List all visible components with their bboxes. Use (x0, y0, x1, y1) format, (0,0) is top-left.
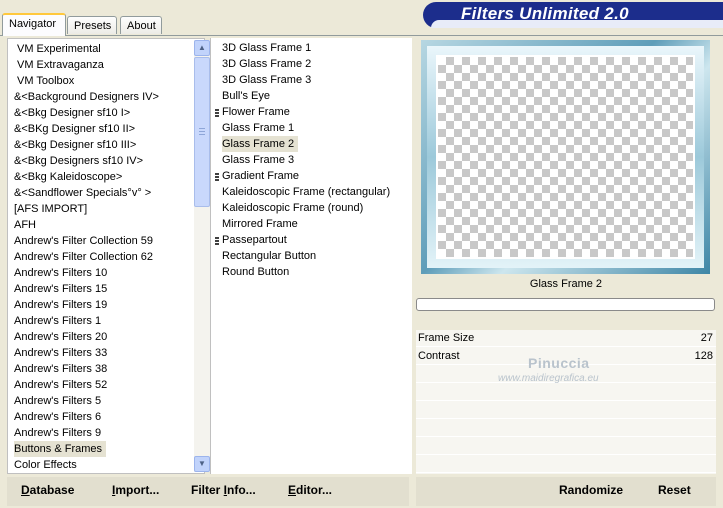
reset-button[interactable]: Reset (658, 481, 691, 499)
filter-item[interactable]: Bull's Eye (222, 88, 270, 104)
tab-divider (0, 35, 723, 36)
category-item[interactable]: Buttons & Frames (14, 441, 107, 457)
preview-image (421, 40, 710, 274)
filter-item[interactable]: Kaleidoscopic Frame (round) (222, 200, 363, 216)
watermark-site: www.maidiregrafica.eu (498, 373, 599, 384)
param-value: 128 (694, 350, 713, 362)
category-item[interactable]: Andrew's Filters 9 (14, 425, 101, 441)
category-item[interactable]: &<BKg Designer sf10 II> (14, 121, 135, 137)
filter-group-marker-icon (215, 237, 219, 247)
randomize-button[interactable]: Randomize (559, 481, 623, 499)
param-empty-row (416, 438, 716, 455)
category-item[interactable]: &<Bkg Designers sf10 IV> (14, 153, 143, 169)
category-scrollbar[interactable]: ▲ ▼ (194, 40, 210, 472)
param-frame-size[interactable]: Frame Size 27 (416, 330, 716, 347)
category-item[interactable]: VM Toolbox (17, 73, 74, 89)
parameter-panel: Frame Size 27 Contrast 128 (416, 330, 716, 474)
tab-navigator[interactable]: Navigator (2, 13, 66, 36)
import-button[interactable]: Import... (112, 481, 159, 499)
filter-item[interactable]: Glass Frame 2 (222, 136, 299, 152)
filter-item[interactable]: Flower Frame (222, 104, 290, 120)
filter-item[interactable]: Glass Frame 1 (222, 120, 294, 136)
param-label: Contrast (418, 350, 460, 362)
category-item[interactable]: VM Experimental (17, 41, 101, 57)
filter-item[interactable]: 3D Glass Frame 3 (222, 72, 311, 88)
param-empty-row (416, 384, 716, 401)
tab-about[interactable]: About (120, 16, 162, 34)
category-item[interactable]: Andrew's Filters 1 (14, 313, 101, 329)
category-item[interactable]: Andrew's Filters 15 (14, 281, 107, 297)
filter-item[interactable]: Kaleidoscopic Frame (rectangular) (222, 184, 390, 200)
filter-item[interactable]: Glass Frame 3 (222, 152, 294, 168)
scroll-up-icon[interactable]: ▲ (194, 40, 210, 56)
category-item[interactable]: Andrew's Filters 38 (14, 361, 107, 377)
filter-group-marker-icon (215, 173, 219, 183)
filter-item[interactable]: Round Button (222, 264, 289, 280)
param-empty-row (416, 402, 716, 419)
filter-group-marker-icon (215, 109, 219, 119)
category-item[interactable]: VM Extravaganza (17, 57, 104, 73)
filter-item[interactable]: Passepartout (222, 232, 287, 248)
banner-title: Filters Unlimited 2.0 (461, 4, 629, 23)
title-banner: Filters Unlimited 2.0 (423, 2, 723, 28)
category-item[interactable]: &<Background Designers IV> (14, 89, 159, 105)
category-item[interactable]: Andrew's Filters 33 (14, 345, 107, 361)
filter-list[interactable]: 3D Glass Frame 1 3D Glass Frame 2 3D Glass… (210, 38, 412, 474)
watermark-name: Pinuccia (528, 355, 590, 371)
editor-button[interactable]: Editor... (288, 481, 332, 499)
category-item[interactable]: Andrew's Filter Collection 59 (14, 233, 153, 249)
category-item[interactable]: Andrew's Filters 19 (14, 297, 107, 313)
filter-item[interactable]: Mirrored Frame (222, 216, 298, 232)
category-item[interactable]: Andrew's Filter Collection 62 (14, 249, 153, 265)
category-item[interactable]: Andrew's Filters 52 (14, 377, 107, 393)
category-item[interactable]: Andrew's Filters 6 (14, 409, 101, 425)
filter-item[interactable]: Gradient Frame (222, 168, 299, 184)
param-value: 27 (700, 332, 713, 344)
filter-item[interactable]: Rectangular Button (222, 248, 316, 264)
category-item[interactable]: &<Bkg Designer sf10 III> (14, 137, 136, 153)
tab-presets[interactable]: Presets (67, 16, 117, 34)
preview-filter-name: Glass Frame 2 (529, 278, 603, 290)
category-item[interactable]: Color Effects (14, 457, 77, 473)
database-button[interactable]: Database (21, 481, 74, 499)
category-item[interactable]: [AFS IMPORT] (14, 201, 87, 217)
scroll-thumb[interactable] (194, 57, 210, 207)
category-item[interactable]: Andrew's Filters 5 (14, 393, 101, 409)
filter-item[interactable]: 3D Glass Frame 1 (222, 40, 311, 56)
category-item[interactable]: AFH (14, 217, 36, 233)
category-item[interactable]: &<Sandflower Specials°v° > (14, 185, 151, 201)
scroll-down-icon[interactable]: ▼ (194, 456, 210, 472)
category-item[interactable]: Andrew's Filters 10 (14, 265, 107, 281)
category-item[interactable]: &<Bkg Designer sf10 I> (14, 105, 130, 121)
param-empty-row (416, 456, 716, 473)
progress-bar (416, 298, 715, 311)
category-list[interactable]: VM Experimental VM Extravaganza VM Toolbox… (7, 38, 210, 474)
bottom-toolbar: Database Import... Filter Info... Editor… (0, 477, 723, 508)
param-empty-row (416, 420, 716, 437)
param-label: Frame Size (418, 332, 475, 344)
filter-item[interactable]: 3D Glass Frame 2 (222, 56, 311, 72)
category-item[interactable]: Andrew's Filters 20 (14, 329, 107, 345)
category-item[interactable]: &<Bkg Kaleidoscope> (14, 169, 122, 185)
filter-info-button[interactable]: Filter Info... (191, 481, 256, 499)
